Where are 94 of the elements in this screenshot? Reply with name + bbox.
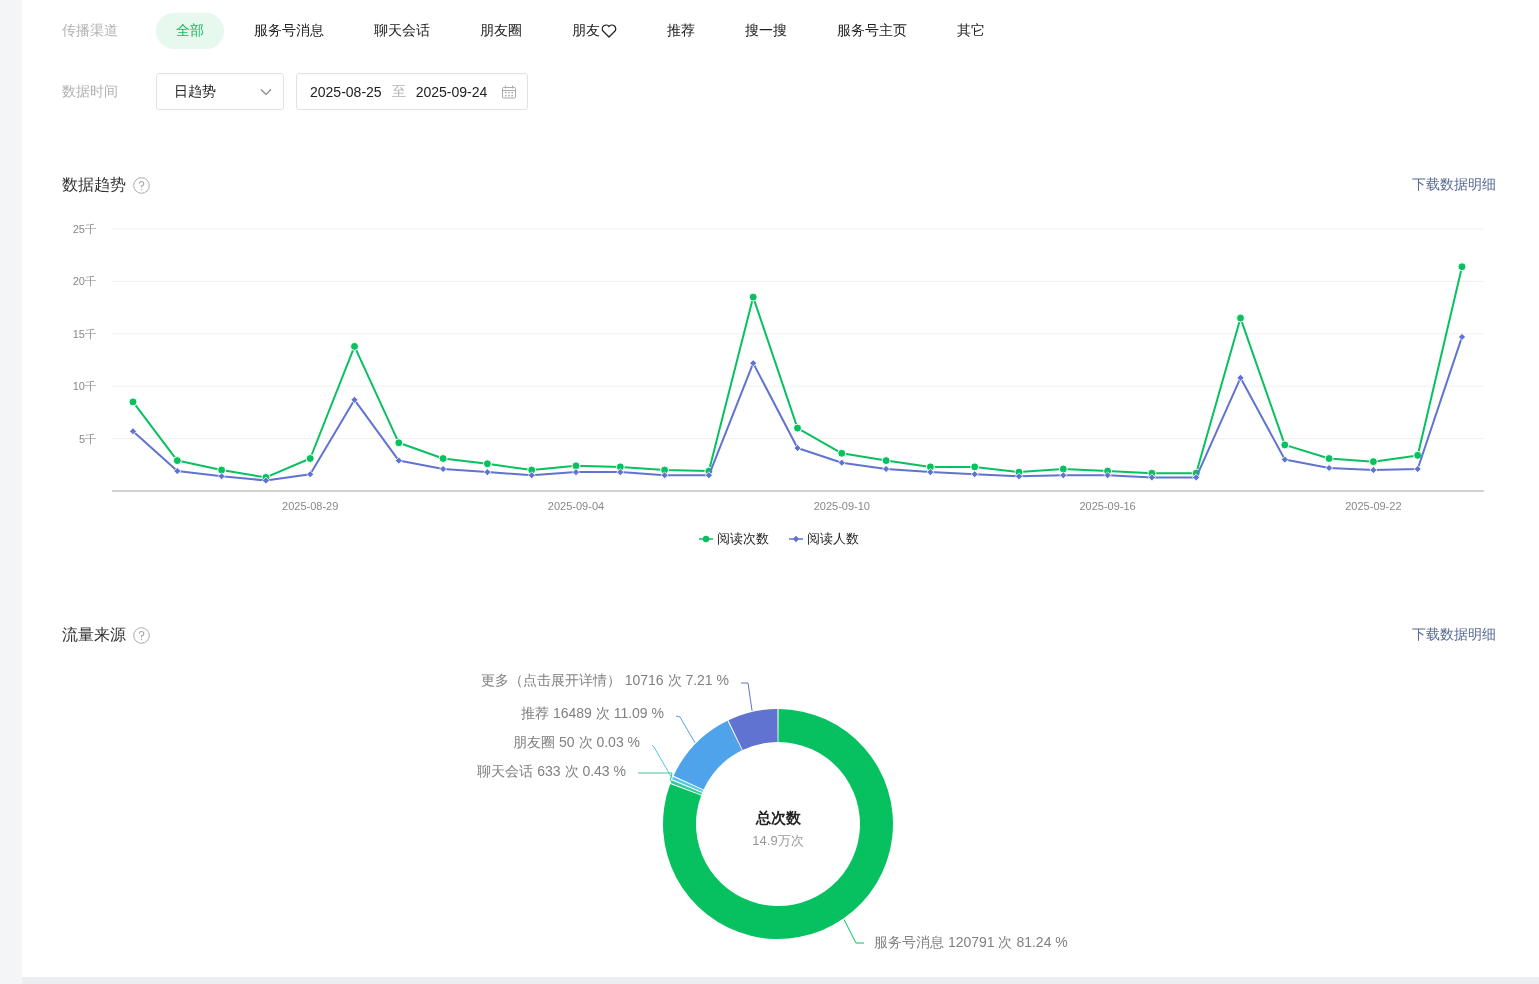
- data-point: [881, 456, 891, 466]
- x-tick-label: 2025-08-29: [282, 500, 339, 512]
- channel-tab[interactable]: 朋友圈: [460, 13, 542, 49]
- legend-marker-icon: [699, 535, 713, 543]
- data-point: [217, 472, 226, 481]
- legend-label[interactable]: 阅读次数: [717, 530, 769, 548]
- granularity-select[interactable]: 日趋势: [156, 73, 284, 110]
- data-point: [172, 456, 182, 466]
- data-point: [1192, 473, 1201, 482]
- leader-line: [740, 682, 753, 712]
- data-point: [217, 465, 227, 475]
- donut-slice[interactable]: [673, 720, 742, 790]
- heart-icon: [601, 24, 617, 38]
- download-link[interactable]: 下载数据明细: [1412, 176, 1496, 194]
- download-link[interactable]: 下载数据明细: [1412, 626, 1496, 644]
- data-point: [1058, 464, 1068, 474]
- legend-marker-icon: [789, 535, 803, 543]
- slice-label: 推荐 16489 次 11.09 %: [521, 705, 664, 721]
- donut-center-title: 总次数: [755, 809, 801, 826]
- y-tick-label: 20千: [72, 275, 96, 288]
- calendar-icon: [501, 84, 518, 99]
- data-point: [1368, 457, 1378, 467]
- slice-label: 聊天会话 633 次 0.43 %: [477, 763, 626, 779]
- section-title: 数据趋势: [62, 174, 126, 195]
- x-tick-label: 2025-09-10: [813, 500, 870, 512]
- channel-tab[interactable]: 其它: [937, 13, 1005, 49]
- data-point: [660, 471, 669, 480]
- section-title: 流量来源: [62, 624, 126, 645]
- slice-label: 朋友圈 50 次 0.03 %: [513, 734, 640, 750]
- data-point: [1236, 373, 1245, 382]
- data-point: [970, 462, 980, 472]
- data-point: [483, 468, 492, 477]
- chevron-down-icon: [260, 87, 272, 96]
- channel-tab[interactable]: 推荐: [647, 13, 715, 49]
- date-range-field[interactable]: 2025-08-25 至 2025-09-24: [296, 73, 529, 110]
- data-point: [439, 465, 447, 473]
- data-point: [793, 423, 802, 433]
- data-point: [1457, 262, 1467, 272]
- help-icon[interactable]: [133, 176, 150, 194]
- data-point: [1324, 454, 1334, 463]
- data-point: [1280, 440, 1290, 450]
- data-point: [438, 454, 448, 463]
- y-tick-label: 5千: [78, 432, 96, 445]
- data-point: [925, 462, 935, 472]
- data-point: [1103, 471, 1112, 480]
- slice-label: 更多（点击展开详情） 10716 次 7.21 %: [480, 672, 729, 688]
- channel-tab[interactable]: 服务号消息: [234, 13, 344, 49]
- donut-slice[interactable]: [670, 780, 703, 795]
- donut-slice[interactable]: [728, 709, 778, 750]
- channel-tab[interactable]: 服务号主页: [817, 13, 927, 49]
- x-tick-label: 2025-09-22: [1345, 500, 1402, 512]
- data-point: [837, 448, 847, 458]
- channel-tab[interactable]: 搜一搜: [725, 13, 807, 49]
- data-point: [1236, 313, 1245, 323]
- x-tick-label: 2025-09-04: [547, 500, 605, 512]
- data-point: [1280, 455, 1289, 464]
- leader-line: [675, 715, 696, 744]
- data-point: [749, 359, 758, 368]
- leader-line: [843, 918, 865, 944]
- data-point: [482, 459, 492, 469]
- data-point: [129, 427, 137, 436]
- data-point: [748, 292, 758, 302]
- data-point: [793, 444, 802, 452]
- data-point: [571, 461, 581, 471]
- data-point: [616, 468, 625, 477]
- data-point: [1413, 450, 1423, 460]
- data-point: [128, 397, 138, 407]
- y-tick-label: 15千: [72, 327, 96, 340]
- slice-label: 服务号消息 120791 次 81.24 %: [874, 934, 1068, 950]
- data-point: [305, 454, 315, 463]
- data-point: [350, 395, 359, 404]
- filter-label: 数据时间: [62, 82, 119, 101]
- data-point: [970, 470, 979, 479]
- data-point: [394, 438, 404, 448]
- filter-label: 传播渠道: [62, 22, 119, 40]
- donut-center-value: 14.9万次: [752, 833, 804, 848]
- data-point: [615, 462, 625, 472]
- x-tick-label: 2025-09-16: [1079, 500, 1136, 512]
- channel-tab[interactable]: 聊天会话: [354, 13, 450, 49]
- data-point: [306, 470, 315, 479]
- data-point: [527, 471, 536, 480]
- y-tick-label: 25千: [72, 223, 96, 235]
- data-point: [1458, 333, 1466, 341]
- data-point: [394, 456, 403, 465]
- channel-tab[interactable]: 朋友: [552, 13, 637, 49]
- data-point: [837, 458, 846, 467]
- data-point: [1059, 471, 1068, 480]
- legend-label[interactable]: 阅读人数: [807, 530, 859, 548]
- help-icon[interactable]: [133, 626, 150, 644]
- data-point: [926, 468, 935, 477]
- data-point: [1413, 465, 1422, 473]
- donut-slice[interactable]: [672, 776, 704, 793]
- data-point: [350, 341, 359, 351]
- y-tick-label: 10千: [72, 380, 96, 393]
